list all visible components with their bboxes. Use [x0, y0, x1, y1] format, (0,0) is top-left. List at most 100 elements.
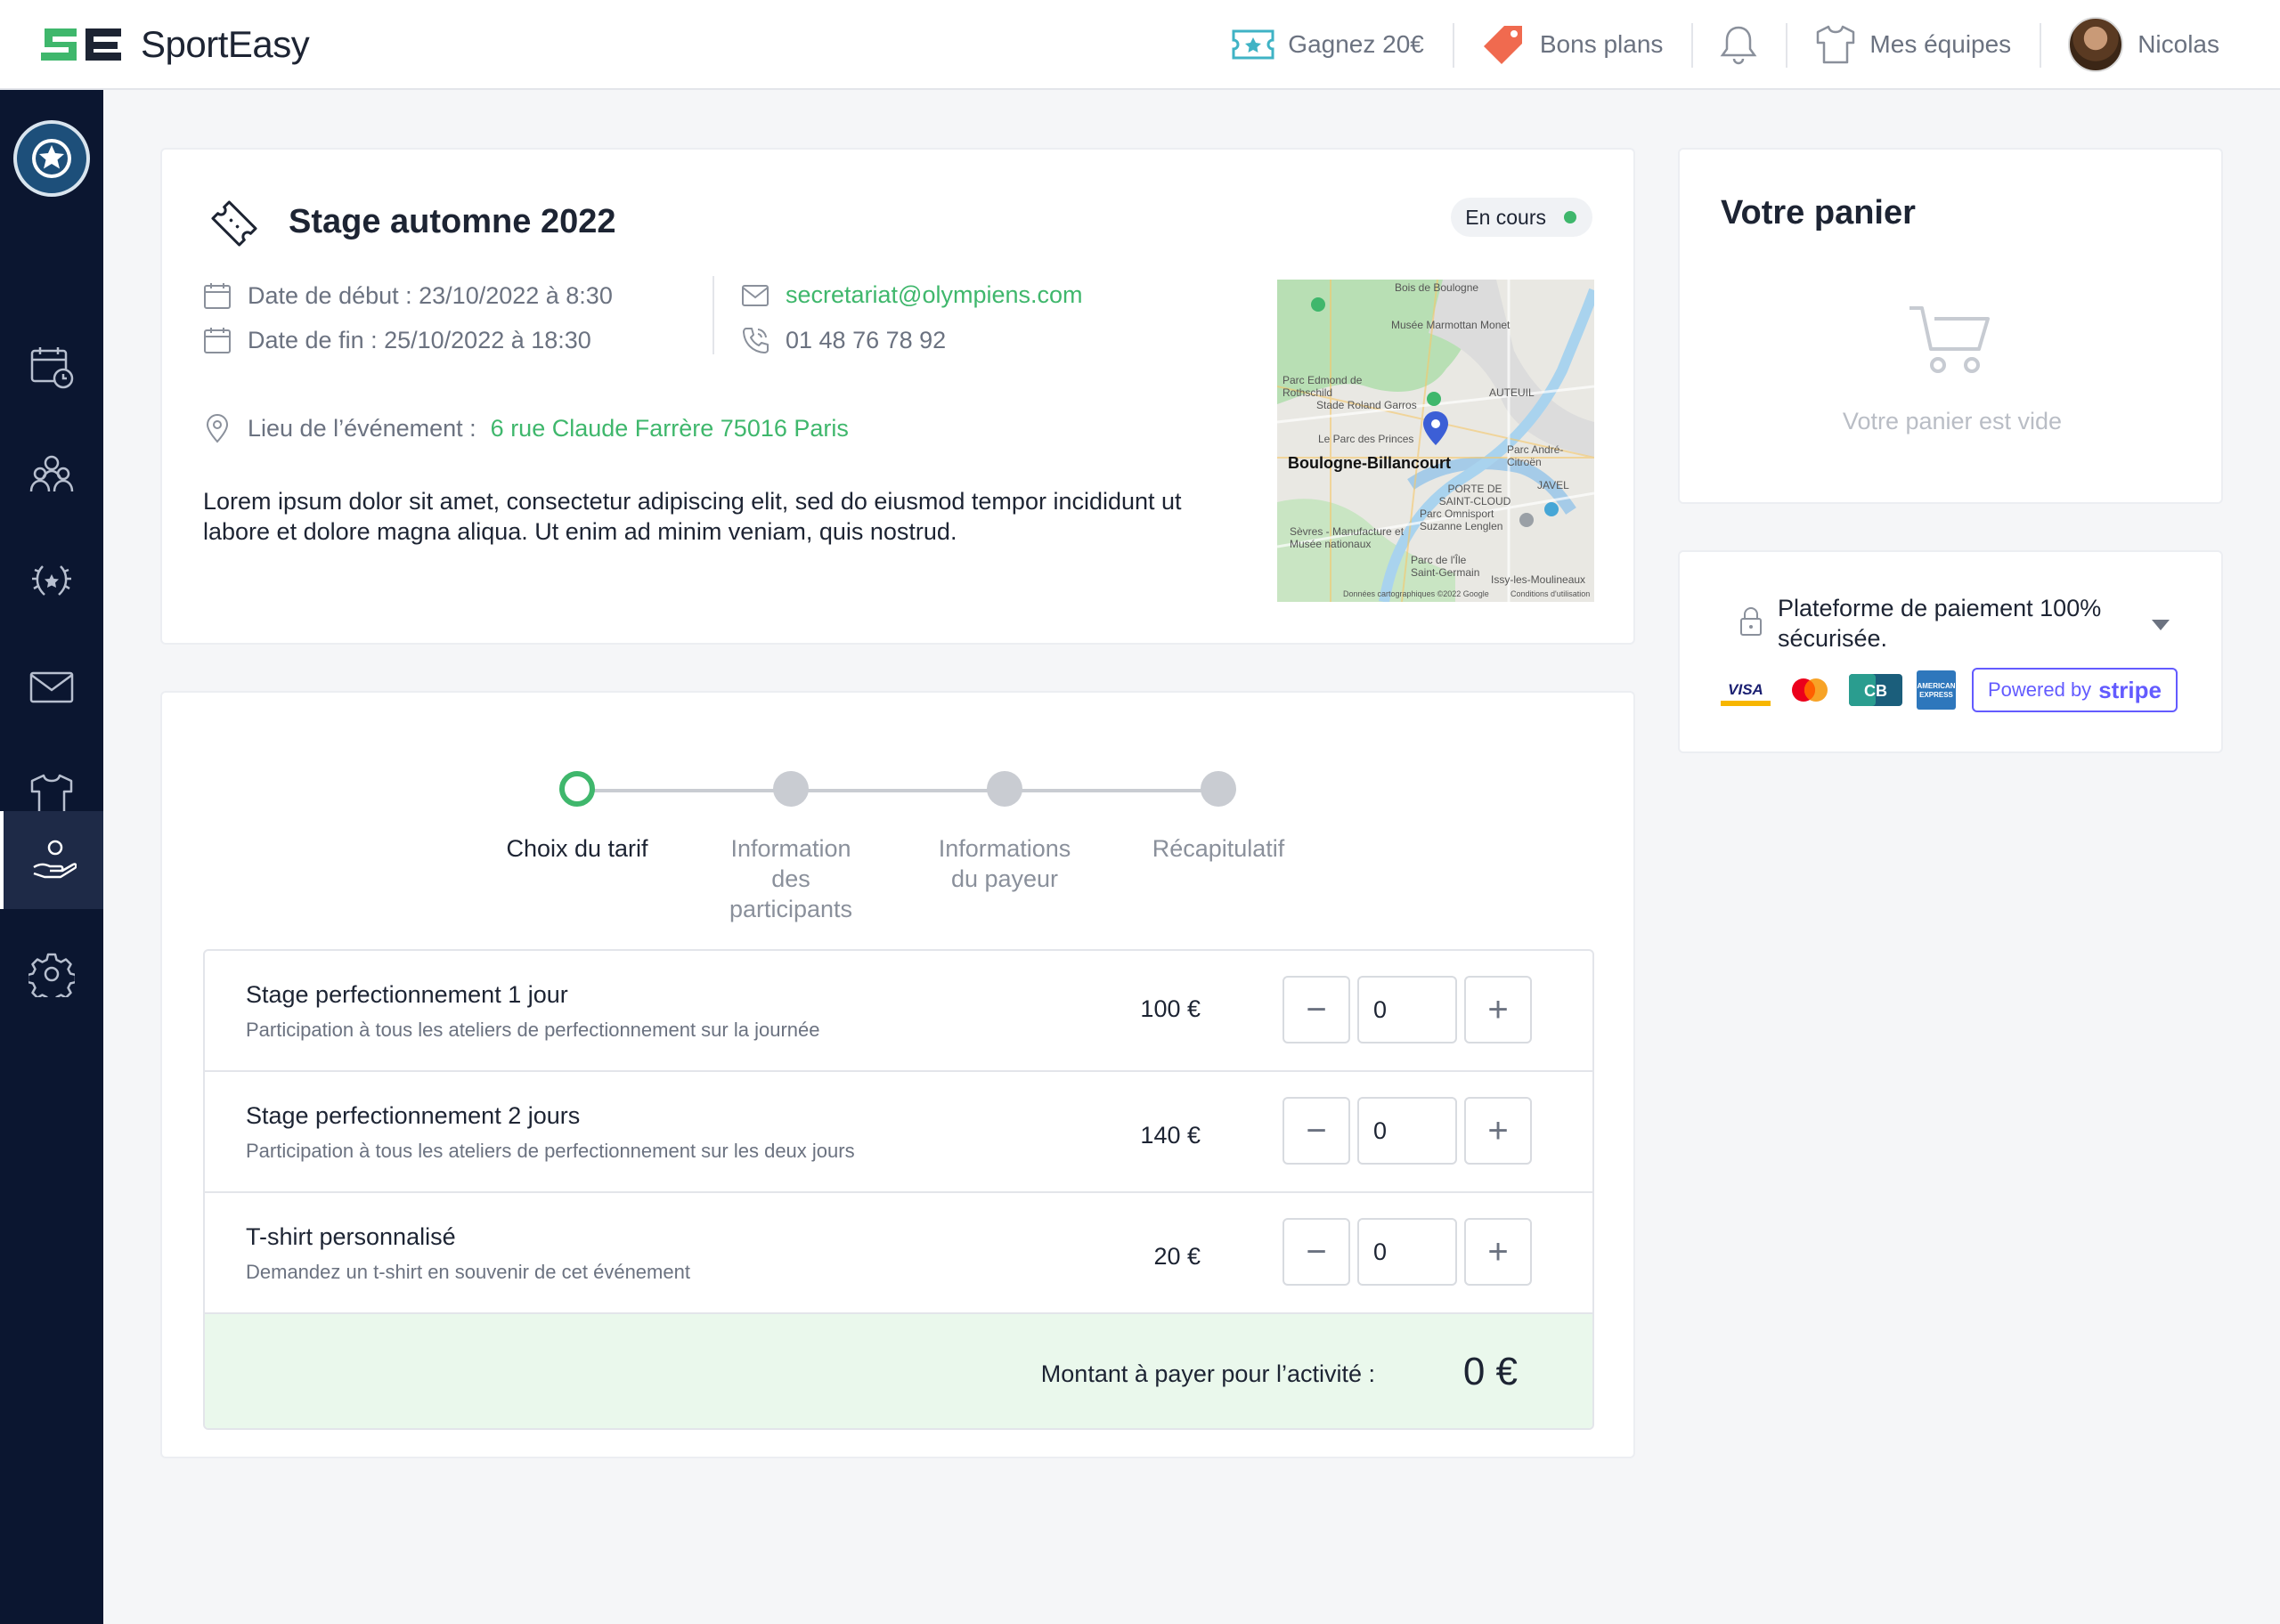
club-logo[interactable] — [13, 120, 90, 197]
referral-label: Gagnez 20€ — [1288, 30, 1424, 58]
referral-link[interactable]: Gagnez 20€ — [1202, 0, 1453, 89]
location-label: Lieu de l’événement : — [248, 414, 476, 442]
contact-phone[interactable]: 01 48 76 78 92 — [741, 326, 946, 354]
payment-logos: VISA CB AMERICAN EXPRESS Powered by strip… — [1721, 668, 2178, 712]
event-map[interactable]: Bois de Boulogne Musée Marmottan Monet P… — [1277, 280, 1594, 602]
map-label: JAVEL — [1537, 479, 1569, 491]
hand-coin-icon — [33, 840, 77, 879]
info-divider — [712, 276, 714, 354]
quantity-input[interactable]: 0 — [1357, 1097, 1457, 1165]
total-label: Montant à payer pour l’activité : — [1040, 1360, 1375, 1387]
event-description: Lorem ipsum dolor sit amet, consectetur … — [203, 488, 1182, 545]
step-dot-1 — [559, 771, 595, 807]
map-label: Parc Edmond de Rothschild — [1282, 374, 1363, 399]
table-row: Stage perfectionnement 1 jour Participat… — [205, 951, 1592, 1072]
step-dot-2 — [773, 771, 809, 807]
table-row: Stage perfectionnement 2 jours Participa… — [205, 1072, 1592, 1193]
sidebar-item-payments[interactable] — [0, 811, 103, 909]
increment-button[interactable]: + — [1464, 1218, 1532, 1286]
map-label: Musée Marmottan Monet — [1391, 319, 1510, 331]
step-label-pricing: Choix du tarif — [506, 835, 648, 862]
tarif-description: Participation à tous les ateliers de per… — [246, 1140, 855, 1162]
quantity-input[interactable]: 0 — [1357, 1218, 1457, 1286]
map-attribution: Données cartographiques ©2022 Google — [1343, 589, 1489, 598]
calendar-icon — [203, 326, 232, 354]
table-row: T-shirt personnalisé Demandez un t-shirt… — [205, 1193, 1592, 1314]
event-title: Stage automne 2022 — [289, 203, 616, 240]
tarif-description: Demandez un t-shirt en souvenir de cet é… — [246, 1261, 690, 1283]
tag-icon — [1481, 23, 1527, 66]
map-label: Bois de Boulogne — [1395, 281, 1479, 294]
sporteasy-logo[interactable]: SportEasy — [41, 23, 310, 66]
pricing-table: Stage perfectionnement 1 jour Participat… — [203, 949, 1594, 1430]
cart-title: Votre panier — [1721, 194, 1916, 231]
jersey-icon — [1814, 23, 1857, 66]
increment-button[interactable]: + — [1464, 1097, 1532, 1165]
location-link[interactable]: 6 rue Claude Farrère 75016 Paris — [491, 415, 849, 443]
sidebar-item-competitions[interactable] — [0, 532, 103, 629]
stripe-prefix: Powered by — [1988, 678, 2092, 701]
decrement-button[interactable]: − — [1282, 1097, 1350, 1165]
total-value: 0 € — [1462, 1350, 1518, 1393]
stripe-brand: stripe — [2098, 676, 2162, 703]
cart-empty-text: Votre panier est vide — [1842, 408, 2063, 434]
total-row: Montant à payer pour l’activité : 0 € — [205, 1314, 1592, 1428]
deals-link[interactable]: Bons plans — [1452, 0, 1692, 89]
mastercard-icon — [1792, 678, 1828, 702]
svg-text:AMERICAN: AMERICAN — [1917, 682, 1955, 690]
sidebar-item-settings[interactable] — [0, 925, 103, 1023]
start-date: Date de début : 23/10/2022 à 8:30 — [203, 281, 613, 310]
map-label: Le Parc des Princes — [1318, 433, 1414, 445]
map-label: Parc André-Citroën — [1507, 443, 1564, 468]
status-dot — [1564, 211, 1576, 223]
tarif-price: 140 € — [1140, 1122, 1201, 1149]
chevron-down-icon[interactable] — [2152, 620, 2170, 630]
top-navigation: Gagnez 20€ Bons plans Mes équipes Nicola… — [1202, 0, 2248, 89]
ticket-icon — [203, 192, 265, 259]
status-badge: En cours — [1451, 198, 1592, 237]
user-name: Nicolas — [2138, 30, 2219, 58]
deals-label: Bons plans — [1539, 30, 1664, 58]
step-label-payer: Informations du payeur — [938, 835, 1071, 892]
stepper-line — [577, 789, 1218, 792]
gear-icon — [28, 953, 75, 997]
club-star-icon — [32, 139, 71, 178]
sidebar-item-calendar[interactable] — [0, 318, 103, 416]
email-link[interactable]: secretariat@olympiens.com — [786, 281, 1083, 309]
my-teams-link[interactable]: Mes équipes — [1786, 0, 2040, 89]
sidebar — [0, 90, 103, 1624]
sidebar-item-messages[interactable] — [0, 638, 103, 736]
carte-bancaire-icon: CB — [1849, 674, 1902, 706]
calendar-icon — [203, 281, 232, 310]
event-card: Stage automne 2022 En cours Date de débu… — [160, 148, 1635, 645]
sidebar-item-members[interactable] — [0, 425, 103, 523]
tarif-name: Stage perfectionnement 2 jours — [246, 1102, 581, 1129]
map-label: Issy-les-Moulineaux — [1491, 573, 1586, 586]
increment-button[interactable]: + — [1464, 976, 1532, 1043]
decrement-button[interactable]: − — [1282, 1218, 1350, 1286]
quantity-input[interactable]: 0 — [1357, 976, 1457, 1043]
phone-text: 01 48 76 78 92 — [786, 326, 947, 353]
step-dot-4 — [1201, 771, 1236, 807]
svg-text:EXPRESS: EXPRESS — [1919, 691, 1953, 699]
map-terms-link[interactable]: Conditions d'utilisation — [1510, 589, 1590, 598]
map-label: Sèvres - Manufacture et Musée nationaux — [1290, 525, 1405, 550]
cart-card: Votre panier Votre panier est vide — [1678, 148, 2223, 504]
payment-info-card[interactable]: Plateforme de paiement 100% sécurisée. V… — [1678, 550, 2223, 753]
contact-email[interactable]: secretariat@olympiens.com — [741, 281, 1083, 309]
american-express-icon: AMERICANEXPRESS — [1917, 670, 1956, 710]
tarif-price: 100 € — [1140, 995, 1201, 1022]
powered-by-stripe-badge[interactable]: Powered by stripe — [1972, 668, 2178, 712]
group-icon — [29, 455, 74, 492]
user-menu[interactable]: Nicolas — [2040, 0, 2248, 89]
visa-icon: VISA — [1721, 674, 1771, 706]
start-date-text: Date de début : 23/10/2022 à 8:30 — [248, 281, 613, 309]
phone-icon — [741, 326, 770, 354]
tarif-name: T-shirt personnalisé — [246, 1223, 456, 1250]
status-badge-label: En cours — [1465, 205, 1546, 229]
svg-text:VISA: VISA — [1728, 681, 1763, 698]
shopping-cart-icon — [1906, 303, 1991, 382]
map-label: PORTE DE SAINT-CLOUD — [1438, 483, 1511, 508]
decrement-button[interactable]: − — [1282, 976, 1350, 1043]
notifications-button[interactable] — [1691, 0, 1786, 89]
